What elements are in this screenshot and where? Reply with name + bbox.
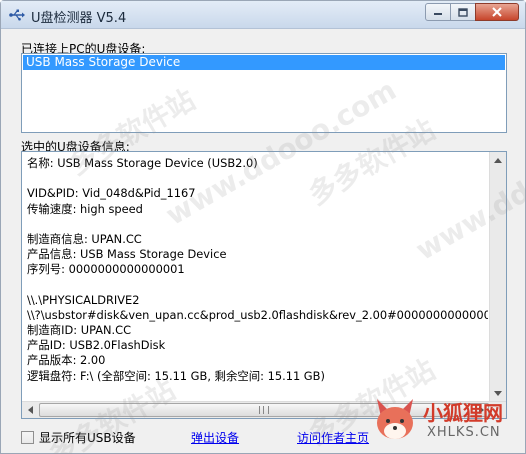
info-line: 制造商ID: UPAN.CC xyxy=(27,323,132,338)
scroll-up-button[interactable] xyxy=(490,152,506,168)
info-line xyxy=(27,217,488,232)
author-homepage-link[interactable]: 访问作者主页 xyxy=(297,429,369,446)
scroll-left-button[interactable] xyxy=(22,402,38,418)
vertical-scrollbar[interactable] xyxy=(489,152,506,401)
minimize-button[interactable] xyxy=(425,3,451,21)
window-title: U盘检测器 V5.4 xyxy=(31,11,127,26)
info-line: 传输速度: high speed xyxy=(27,201,143,216)
close-button[interactable] xyxy=(475,3,519,21)
device-info-box[interactable]: 名称: USB Mass Storage Device (USB2.0) VID… xyxy=(21,151,507,419)
info-line: 制造商信息: UPAN.CC xyxy=(27,231,142,246)
info-line: 产品ID: USB2.0FlashDisk xyxy=(27,338,166,353)
info-line xyxy=(27,171,488,186)
show-all-usb-checkbox[interactable] xyxy=(21,431,34,444)
show-all-usb-label[interactable]: 显示所有USB设备 xyxy=(39,429,136,446)
info-line: VID&PID: Vid_048d&Pid_1167 xyxy=(27,186,196,201)
maximize-icon xyxy=(458,7,468,17)
title-bar[interactable]: U盘检测器 V5.4 xyxy=(1,1,525,29)
maximize-button[interactable] xyxy=(450,3,476,21)
info-line: 产品信息: USB Mass Storage Device xyxy=(27,247,227,262)
window-controls xyxy=(425,3,519,21)
arrow-up-icon xyxy=(494,157,502,163)
close-icon xyxy=(492,7,502,17)
info-line xyxy=(27,278,488,293)
info-line: 序列号: 0000000000000001 xyxy=(27,262,185,277)
device-info-text: 名称: USB Mass Storage Device (USB2.0) VID… xyxy=(27,156,488,401)
minimize-icon xyxy=(434,13,442,15)
logo-subtext: XHLKS.CN xyxy=(427,425,501,440)
app-window: U盘检测器 V5.4 已连接上PC的U盘设备: USB Mass Storage… xyxy=(0,0,526,454)
grip-icon xyxy=(259,406,269,414)
info-line: 产品版本: 2.00 xyxy=(27,353,106,368)
device-list-item[interactable]: USB Mass Storage Device xyxy=(23,55,505,70)
device-list[interactable]: USB Mass Storage Device xyxy=(21,53,507,133)
eject-device-link[interactable]: 弹出设备 xyxy=(191,429,239,446)
usb-icon xyxy=(9,9,25,21)
fox-icon xyxy=(377,399,413,439)
logo-text: 小狐狸网 xyxy=(423,401,503,425)
info-line: \\?\usbstor#disk&ven_upan.cc&prod_usb2.0… xyxy=(27,307,488,322)
info-line: \\.\PHYSICALDRIVE2 xyxy=(27,292,140,307)
info-line: 逻辑盘符: F:\ (全部空间: 15.11 GB, 剩余空间: 15.11 G… xyxy=(27,368,325,383)
arrow-left-icon xyxy=(27,406,33,414)
info-line: 名称: USB Mass Storage Device (USB2.0) xyxy=(27,156,258,170)
site-logo: 小狐狸网 XHLKS.CN xyxy=(371,393,521,449)
